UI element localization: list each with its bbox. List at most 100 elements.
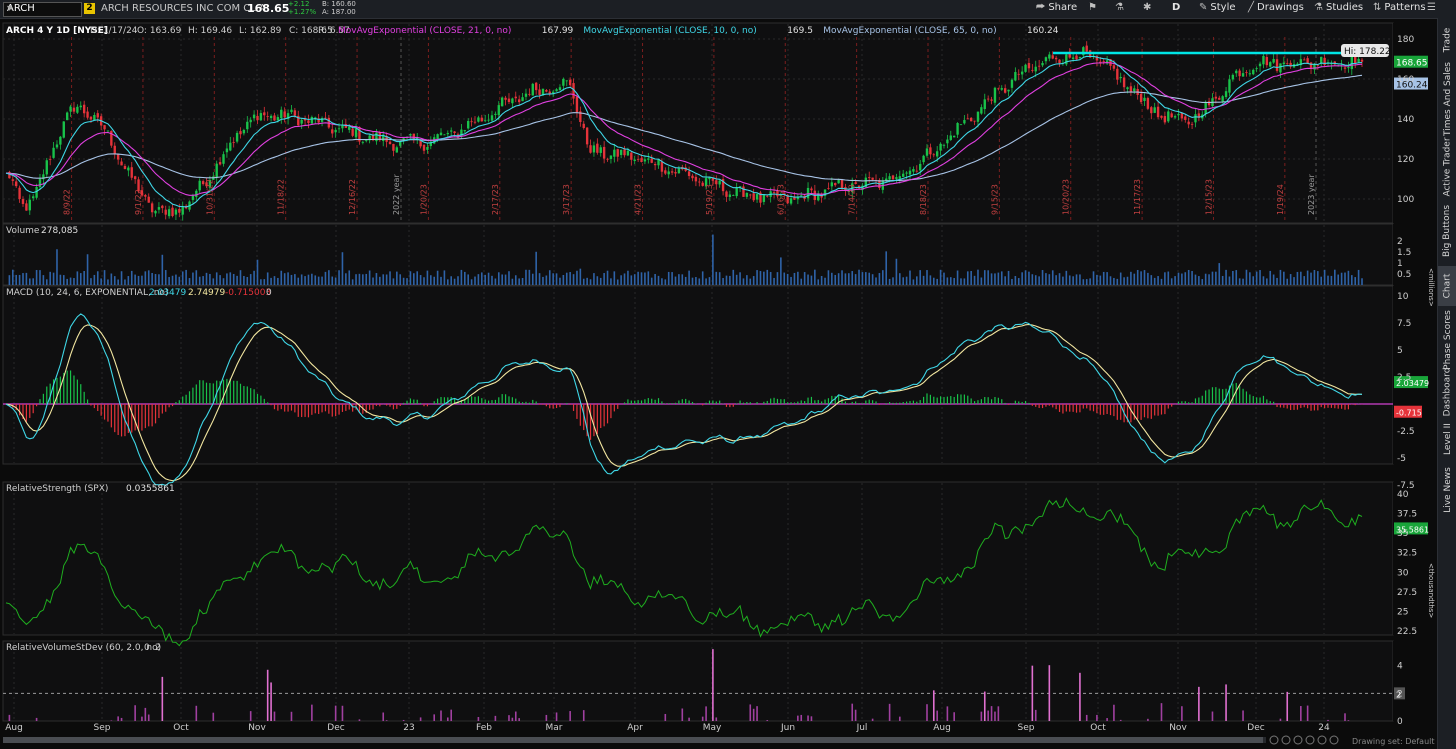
candle [755, 194, 759, 200]
candle [195, 190, 198, 197]
drawings-button[interactable]: ╱ Drawings [1248, 2, 1304, 16]
volume-bar [780, 257, 782, 285]
volume-bar [76, 271, 79, 285]
volume-bar [882, 270, 884, 285]
rv-bar [888, 703, 891, 721]
chart-area[interactable]: 8/9/22 9/1/22 10/31/22 11/18/22 12/16/22 2022… [0, 18, 1437, 749]
menu-button[interactable]: ☰ [1427, 2, 1439, 16]
volume-bar [878, 273, 881, 285]
volume-y-tick: 1.5 [1397, 248, 1411, 258]
candle [181, 206, 184, 215]
candle [82, 104, 86, 114]
candle [1071, 57, 1075, 59]
candle [932, 154, 935, 156]
candle [956, 123, 959, 135]
volume-bar [1351, 275, 1353, 285]
rv-bar [385, 720, 388, 721]
sidebar-tab-trade[interactable]: Trade [1438, 20, 1456, 60]
candle [1020, 71, 1024, 75]
volume-bar [606, 270, 609, 285]
studies-button[interactable]: ⚗ Studies [1314, 2, 1363, 16]
flag-button[interactable]: ⚑ [1088, 2, 1100, 16]
volume-bar [613, 271, 616, 285]
link-group-badge[interactable]: 2 [84, 3, 95, 14]
settings-button[interactable]: ✱ [1143, 2, 1154, 16]
period-button[interactable]: D [1172, 2, 1180, 16]
candle [113, 145, 116, 154]
volume-bar [814, 269, 816, 285]
candle [242, 129, 246, 134]
volume-bar [457, 276, 459, 285]
volume-bar [953, 278, 955, 285]
rs-badge-text: 35.5861 [1396, 525, 1429, 534]
volume-bar [443, 270, 446, 285]
rv-bar [358, 719, 361, 721]
volume-bar [616, 279, 619, 285]
candle [762, 194, 766, 202]
volume-bar [504, 274, 507, 285]
candle [1054, 57, 1058, 60]
sidebar-tab-active-trader[interactable]: Active Trader [1438, 137, 1456, 196]
volume-bar [929, 275, 932, 285]
volume-bar [69, 277, 72, 285]
candle [59, 136, 62, 145]
candle [1031, 69, 1034, 71]
volume-bar [205, 272, 208, 285]
candle [273, 115, 276, 121]
volume-bar [368, 270, 371, 285]
volume-bar [232, 273, 235, 285]
candle [616, 149, 619, 157]
candle [888, 176, 891, 180]
volume-bar [297, 277, 300, 285]
volume-bar [773, 277, 775, 285]
candle [351, 128, 354, 136]
volume-bar [1177, 272, 1180, 285]
chevron-down-icon[interactable]: ▾ [7, 3, 78, 14]
rv-bar [1347, 720, 1350, 721]
volume-bar [470, 279, 473, 285]
rv-bar [1198, 686, 1200, 721]
candle [585, 127, 589, 145]
candle [1122, 77, 1126, 88]
symbol-input[interactable]: ARCH ▾ [3, 2, 82, 17]
share-button[interactable]: ⮫ Share [1036, 2, 1077, 16]
volume-bar [450, 276, 453, 285]
volume-bar [73, 278, 75, 285]
volume-bar [902, 277, 905, 285]
rv-bar [807, 715, 809, 721]
candle [1034, 66, 1037, 72]
company-name: ARCH RESOURCES INC COM CL A [101, 3, 266, 14]
sidebar-tab-level-ii[interactable]: Level II [1438, 420, 1456, 458]
candle [599, 147, 602, 153]
candle [789, 198, 793, 204]
volume-bar [994, 273, 996, 285]
sidebar-tab-chart[interactable]: Chart [1438, 266, 1456, 306]
sidebar-tab-phase-scores[interactable]: Phase Scores [1438, 310, 1456, 370]
sidebar-tab-big-buttons[interactable]: Big Buttons [1438, 202, 1456, 260]
candle [1303, 59, 1306, 61]
volume-bar [127, 276, 130, 285]
flask-button[interactable]: ⚗ [1115, 2, 1127, 16]
sidebar-tab-dashboard[interactable]: Dashboard [1438, 368, 1456, 417]
sidebar-tab-times-and-sales[interactable]: Times And Sales [1438, 62, 1456, 136]
candle [558, 87, 562, 91]
volume-y-tick: 1 [1397, 259, 1403, 269]
volume-bar [810, 275, 813, 285]
style-button[interactable]: ✎ Style [1199, 2, 1236, 16]
candle [691, 175, 694, 179]
volume-bar [650, 277, 653, 285]
rv-bar [341, 705, 344, 721]
rs-y-tick: 27.5 [1397, 588, 1417, 598]
volume-bar [521, 277, 524, 285]
candle [300, 119, 303, 124]
patterns-button[interactable]: ⇅ Patterns [1373, 2, 1426, 16]
sidebar-tab-live-news[interactable]: Live News [1438, 464, 1456, 516]
volume-bar [667, 271, 670, 285]
candle [534, 82, 538, 91]
rv-bar [1286, 691, 1289, 721]
candle [337, 128, 341, 130]
candle [76, 106, 79, 113]
rv-title: RelativeVolumeStDev (60, 2.0, no) [6, 643, 161, 653]
volume-bar [1157, 276, 1159, 285]
candle [905, 172, 908, 174]
